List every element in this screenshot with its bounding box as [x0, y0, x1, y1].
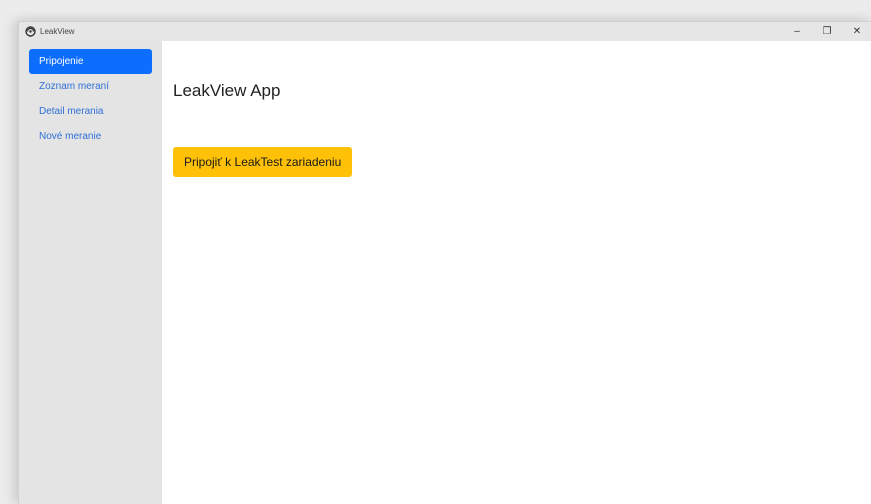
title-bar[interactable]: LeakView – ❐ ✕	[19, 22, 871, 41]
window-title: LeakView	[40, 27, 75, 36]
page-title: LeakView App	[173, 81, 281, 100]
close-button[interactable]: ✕	[842, 22, 871, 41]
sidebar-item-detail-merania[interactable]: Detail merania	[29, 99, 152, 124]
minimize-button[interactable]: –	[782, 22, 812, 41]
window-controls: – ❐ ✕	[782, 22, 871, 41]
sidebar: Pripojenie Zoznam meraní Detail merania …	[19, 41, 162, 504]
sidebar-item-nove-meranie[interactable]: Nové meranie	[29, 124, 152, 149]
sidebar-item-pripojenie[interactable]: Pripojenie	[29, 49, 152, 74]
connect-device-button[interactable]: Pripojiť k LeakTest zariadeniu	[173, 147, 353, 177]
restore-button[interactable]: ❐	[812, 22, 842, 41]
main-content: LeakView App Pripojiť k LeakTest zariade…	[162, 41, 871, 504]
app-window: LeakView – ❐ ✕ Pripojenie Zoznam meraní …	[18, 21, 871, 504]
sidebar-item-zoznam-merani[interactable]: Zoznam meraní	[29, 74, 152, 99]
app-logo-icon	[24, 26, 36, 38]
